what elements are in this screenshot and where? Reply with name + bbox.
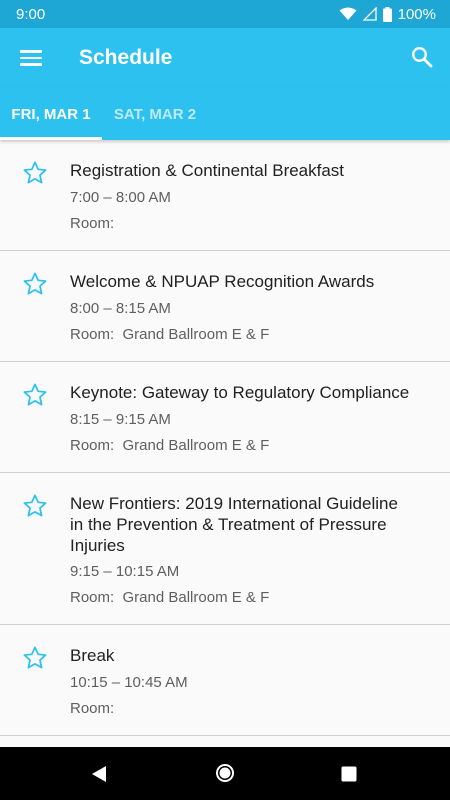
session-title: Keynote: Gateway to Regulatory Complianc… (70, 383, 410, 402)
session-room: Room: Grand Ballroom E & F (70, 589, 270, 606)
favorite-star-icon[interactable] (22, 382, 48, 408)
tab-label: FRI, MAR 1 (11, 105, 91, 123)
hamburger-menu-icon[interactable] (20, 50, 42, 66)
status-icons: 100% (339, 6, 436, 23)
session-time: 10:15 – 10:45 AM (70, 674, 188, 691)
favorite-star-icon[interactable] (22, 645, 48, 671)
app-bar: Schedule (0, 28, 450, 88)
session-title: New Frontiers: 2019 International Guidel… (70, 494, 398, 555)
tab-label: SAT, MAR 2 (113, 105, 197, 123)
session-item[interactable]: Registration & Continental Breakfast 7:0… (0, 140, 450, 251)
session-time: 8:15 – 9:15 AM (70, 411, 171, 428)
search-icon[interactable] (410, 45, 434, 69)
back-icon[interactable] (90, 765, 108, 783)
favorite-star-icon[interactable] (22, 271, 48, 297)
session-room: Room: (70, 700, 123, 717)
battery-icon (382, 6, 392, 22)
home-icon[interactable] (215, 763, 235, 783)
session-room: Room: Grand Ballroom E & F (70, 437, 270, 454)
session-list[interactable]: Registration & Continental Breakfast 7:0… (0, 140, 450, 747)
session-time: 9:15 – 10:15 AM (70, 563, 180, 580)
tab-fri-mar-1[interactable]: FRI, MAR 1 (0, 88, 102, 140)
session-title: Welcome & NPUAP Recognition Awards (70, 272, 375, 291)
session-time: 8:00 – 8:15 AM (70, 300, 171, 317)
tab-sat-mar-2[interactable]: SAT, MAR 2 (102, 88, 208, 140)
status-time: 9:00 (16, 5, 46, 23)
session-title: Break (70, 646, 115, 665)
status-bar: 9:00 100% (0, 0, 450, 28)
day-tabs: FRI, MAR 1 SAT, MAR 2 (0, 88, 450, 140)
session-time: 7:00 – 8:00 AM (70, 189, 171, 206)
recents-icon[interactable] (341, 766, 357, 782)
system-nav-bar (0, 747, 450, 800)
page-title: Schedule (79, 46, 173, 69)
session-item[interactable]: Keynote: Gateway to Regulatory Complianc… (0, 362, 450, 473)
session-room: Room: Grand Ballroom E & F (70, 326, 270, 343)
favorite-star-icon[interactable] (22, 160, 48, 186)
session-title: Registration & Continental Breakfast (70, 161, 345, 180)
session-item[interactable]: New Frontiers: 2019 International Guidel… (0, 473, 450, 625)
wifi-icon (339, 7, 357, 20)
favorite-star-icon[interactable] (22, 493, 48, 519)
session-item[interactable]: Welcome & NPUAP Recognition Awards 8:00 … (0, 251, 450, 362)
session-item[interactable]: Break 10:15 – 10:45 AM Room: (0, 625, 450, 736)
session-room: Room: (70, 215, 123, 232)
cell-signal-icon (362, 7, 377, 21)
battery-percentage: 100% (397, 5, 436, 23)
